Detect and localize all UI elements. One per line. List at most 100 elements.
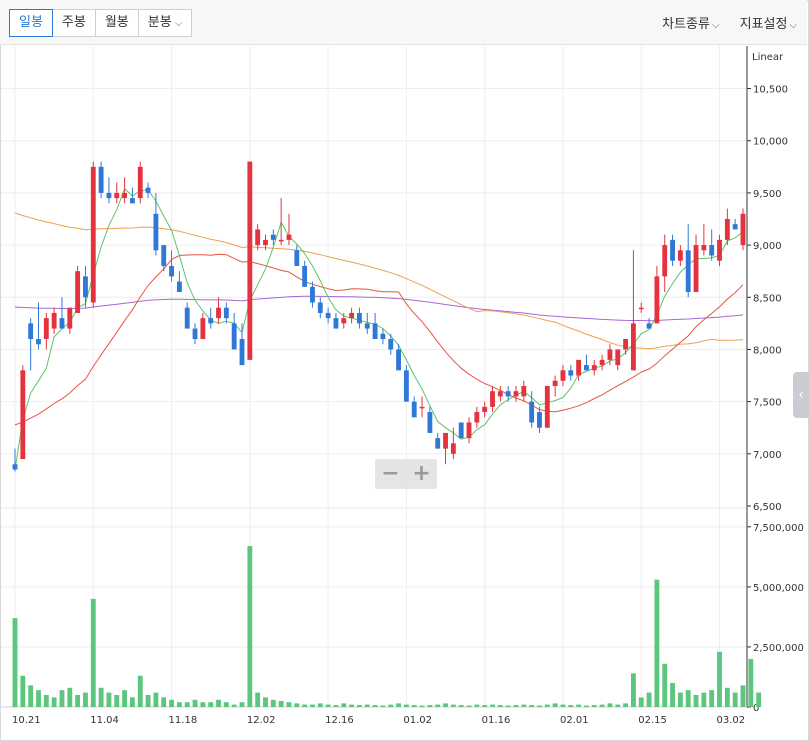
date-tick-label: 01.16 — [482, 715, 511, 726]
date-tick-label: 12.16 — [325, 715, 354, 726]
volume-bar — [184, 702, 190, 707]
zoom-in-button[interactable]: + — [406, 459, 437, 489]
volume-bar — [497, 705, 503, 707]
candle-body — [67, 307, 73, 329]
candle-body — [591, 365, 597, 371]
candle-body — [184, 307, 190, 329]
volume-bar — [584, 705, 589, 707]
volume-bar — [435, 704, 441, 707]
price-tick-label: 8,500 — [753, 293, 782, 304]
volume-bar — [216, 699, 221, 707]
volume-bar — [693, 694, 699, 707]
volume-bar — [98, 687, 104, 707]
side-panel-handle[interactable]: ‹ — [793, 372, 809, 418]
candle-body — [270, 234, 276, 240]
candle-body — [513, 391, 519, 397]
candle-body — [364, 323, 370, 329]
candle-body — [372, 323, 378, 340]
price-tick-label: 10,500 — [753, 85, 788, 96]
zoom-control: − + — [375, 459, 437, 489]
candle-body — [294, 250, 300, 266]
candle-body — [12, 464, 18, 470]
volume-bar — [427, 705, 433, 707]
volume-bar — [114, 694, 120, 707]
volume-bar — [106, 692, 112, 707]
zoom-out-button[interactable]: − — [375, 459, 406, 489]
volume-bar — [75, 694, 81, 707]
volume-bar — [51, 697, 57, 707]
volume-bar — [192, 699, 198, 707]
volume-bar — [36, 690, 41, 707]
volume-bar — [341, 703, 347, 707]
candle-body — [576, 359, 582, 376]
candle-body — [623, 339, 629, 350]
stock-chart[interactable]: Linear 10,500 10,000 9,500 9,000 8,500 8,000 7,… — [0, 0, 809, 741]
candle-body — [216, 307, 221, 319]
candle-body — [310, 286, 315, 303]
volume-bar — [239, 702, 245, 707]
candle-body — [122, 192, 128, 199]
volume-bar — [161, 697, 167, 707]
date-tick-label: 03.02 — [717, 715, 746, 726]
candle-body — [717, 239, 722, 261]
candle-body — [584, 365, 589, 371]
candle-body — [317, 302, 323, 313]
volume-bar — [333, 705, 339, 707]
candle-body — [325, 312, 331, 319]
candle-body — [114, 192, 120, 199]
candle-body — [341, 318, 347, 324]
candle-body — [419, 406, 425, 409]
candle-body — [615, 349, 621, 366]
volume-bar — [474, 704, 480, 707]
volume-bar — [270, 699, 276, 707]
volume-bar — [732, 692, 738, 707]
volume-tick-label: 7,500,000 — [753, 523, 804, 534]
candle-body — [169, 265, 174, 277]
volume-bar — [599, 704, 605, 707]
volume-bar — [670, 682, 675, 707]
volume-bar — [286, 702, 292, 707]
candle-body — [732, 224, 738, 230]
volume-bar — [701, 692, 707, 707]
volume-bar — [677, 692, 683, 707]
volume-bar — [490, 704, 495, 707]
tab-daily[interactable]: 일봉 — [9, 9, 53, 37]
volume-bar — [247, 546, 253, 707]
volume-bar — [278, 700, 284, 707]
volume-bar — [513, 705, 519, 707]
candle-body — [51, 312, 57, 329]
candle-body — [98, 166, 104, 193]
volume-bar — [544, 704, 550, 707]
volume-bar — [153, 692, 159, 707]
volume-bar — [756, 692, 762, 707]
volume-bar — [302, 704, 308, 707]
scale-label: Linear — [752, 52, 784, 63]
volume-bar — [59, 690, 65, 707]
volume-bar — [349, 704, 355, 707]
candle-body — [388, 339, 394, 350]
volume-bar — [411, 705, 417, 707]
candle-body — [153, 213, 159, 251]
volume-bar — [90, 598, 96, 707]
candle-body — [458, 422, 464, 439]
candle-body — [544, 385, 550, 428]
volume-bar — [576, 704, 582, 707]
tab-daily-label: 일봉 — [19, 15, 43, 30]
volume-bar — [458, 705, 464, 707]
candle-body — [59, 318, 65, 329]
price-tick-label: 7,500 — [753, 398, 782, 409]
volume-bar — [615, 704, 621, 707]
volume-bar — [122, 690, 128, 707]
candle-body — [411, 401, 417, 418]
candle-body — [83, 276, 88, 298]
volume-bar — [537, 705, 542, 707]
candle-body — [357, 312, 362, 324]
candle-body — [286, 234, 292, 240]
candle-body — [90, 166, 96, 303]
volume-bar — [591, 705, 597, 707]
date-tick-label: 11.04 — [90, 715, 119, 726]
volume-bar — [83, 692, 88, 707]
volume-bar — [654, 579, 660, 707]
price-tick-label: 8,000 — [753, 345, 782, 356]
candle-body — [670, 239, 675, 261]
